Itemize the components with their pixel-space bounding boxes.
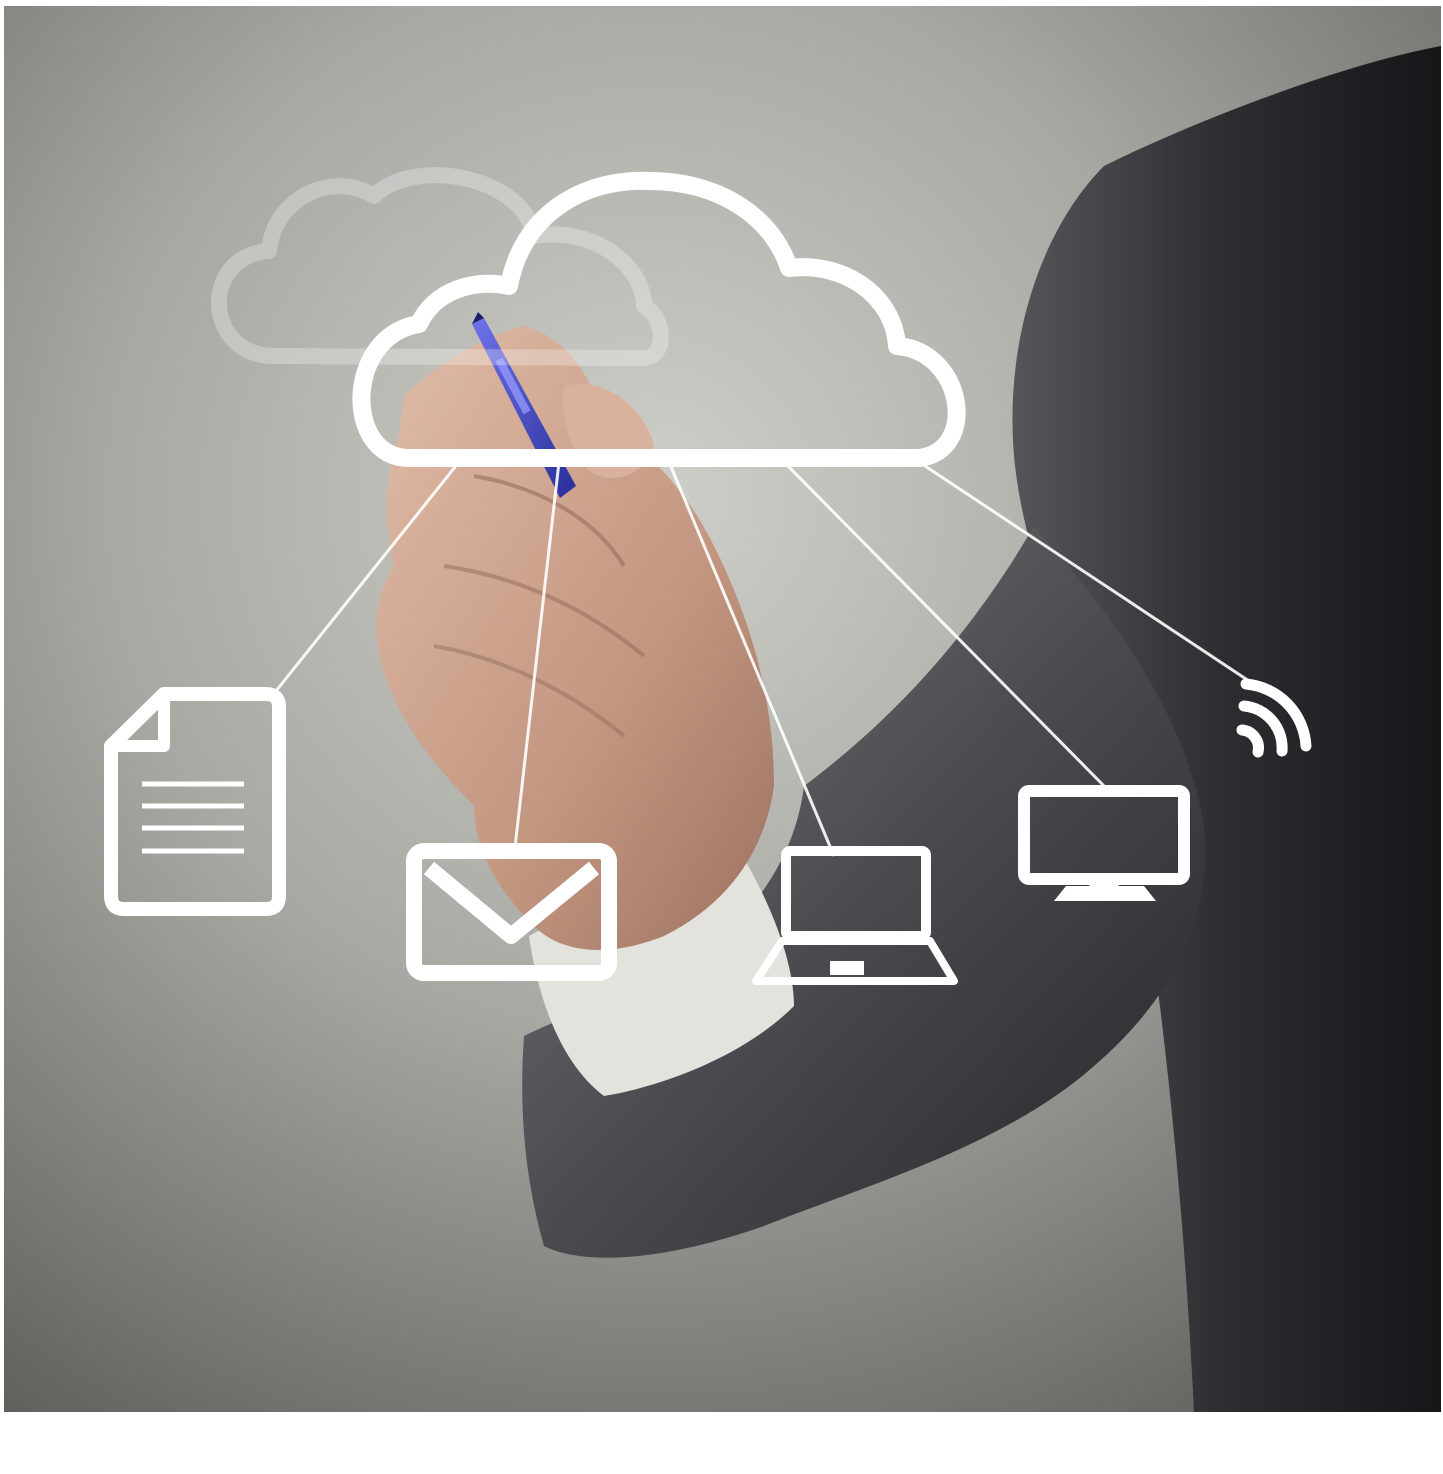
photo-scene bbox=[4, 6, 1441, 1412]
cloud-network-illustration bbox=[4, 6, 1441, 1412]
